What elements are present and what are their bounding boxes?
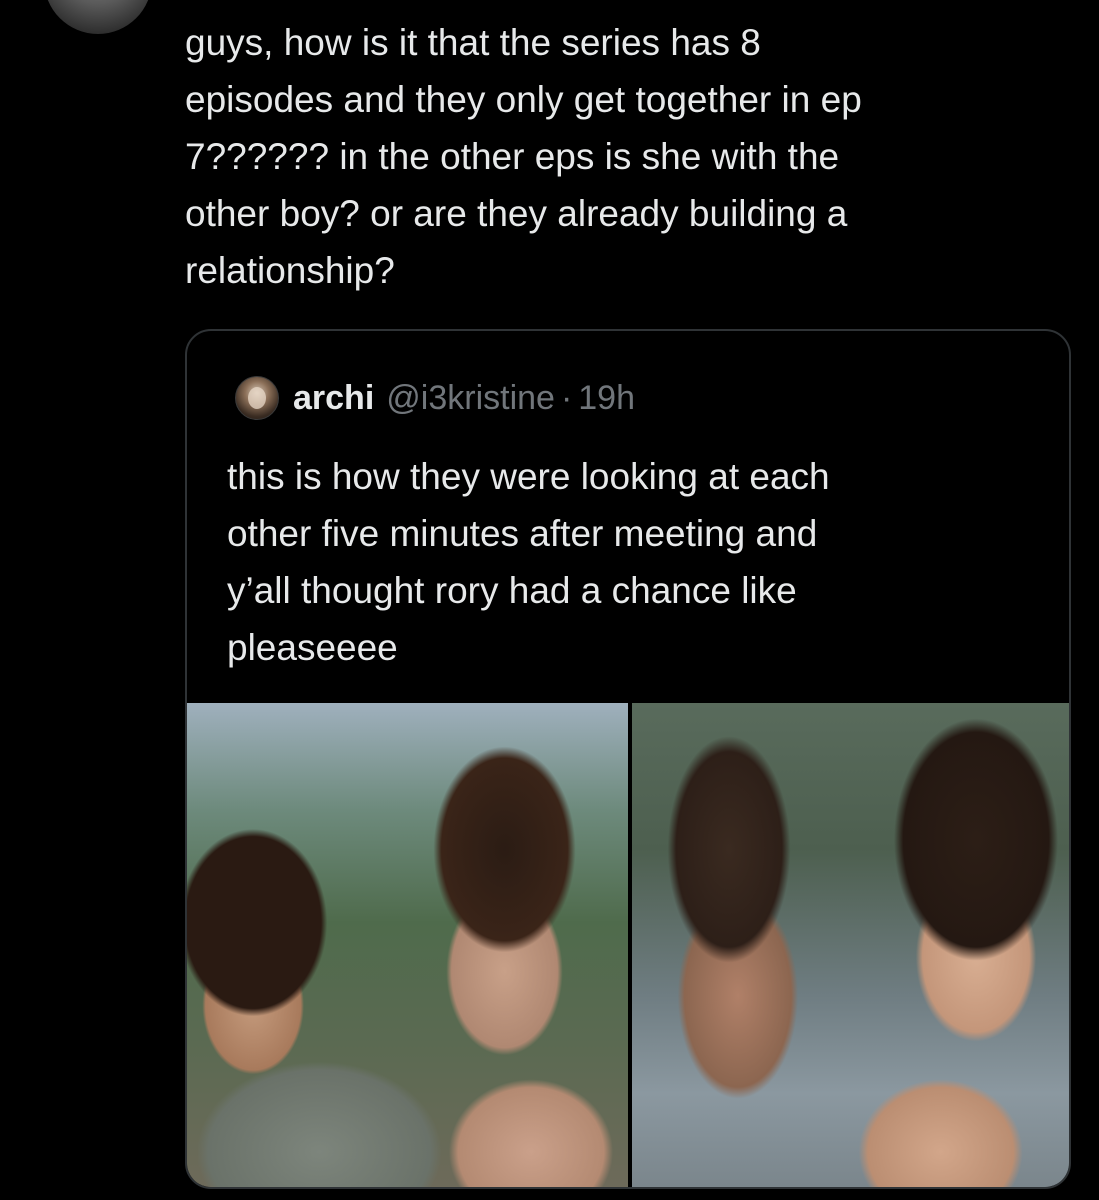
media-divider: [628, 703, 630, 1187]
tweet-text: guys, how is it that the series has 8 ep…: [185, 22, 862, 291]
quoted-author-avatar[interactable]: [235, 376, 279, 420]
media-photo-right[interactable]: [632, 703, 1069, 1187]
quoted-tweet-card[interactable]: archi @i3kristine · 19h this is how they…: [185, 329, 1071, 1189]
quoted-author-handle[interactable]: @i3kristine: [386, 379, 555, 418]
quoted-tweet-header: archi @i3kristine · 19h: [235, 371, 635, 425]
quoted-tweet-text: this is how they were looking at each ot…: [227, 456, 830, 668]
quoted-tweet-media: [187, 703, 1069, 1187]
media-photo-left[interactable]: [187, 703, 628, 1187]
separator-dot: ·: [560, 378, 573, 417]
quoted-tweet-timestamp[interactable]: 19h: [578, 379, 635, 418]
quoted-author-name[interactable]: archi: [293, 379, 374, 418]
author-avatar[interactable]: [44, 0, 152, 34]
